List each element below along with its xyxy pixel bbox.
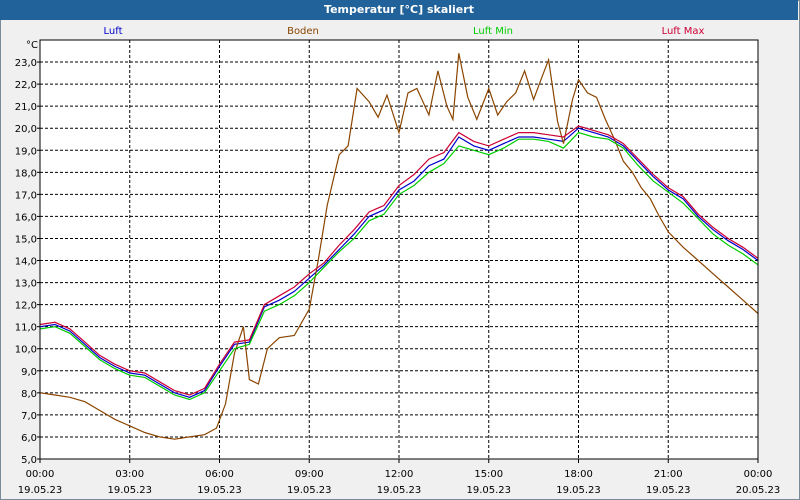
y-tick-label: 20,0: [15, 124, 37, 135]
x-tick-date-label: 19.05.23: [18, 485, 63, 496]
y-tick-label: 19,0: [15, 146, 37, 157]
y-tick-label: 18,0: [15, 168, 37, 179]
y-axis-unit-label: °C: [26, 40, 38, 51]
legend: Luft Boden Luft Min Luft Max: [104, 26, 705, 37]
y-tick-label: 21,0: [15, 102, 37, 113]
legend-item-luft: Luft: [104, 26, 123, 37]
x-tick-time-label: 12:00: [385, 469, 414, 480]
y-tick-label: 10,0: [15, 345, 37, 356]
y-tick-label: 14,0: [15, 257, 37, 268]
y-tick-label: 7,0: [21, 411, 37, 422]
x-tick-time-label: 18:00: [564, 469, 593, 480]
x-tick-date-label: 19.05.23: [287, 485, 332, 496]
legend-item-boden: Boden: [287, 26, 319, 37]
x-tick-time-label: 21:00: [654, 469, 683, 480]
x-tick-time-label: 00:00: [26, 469, 55, 480]
x-tick-time-label: 00:00: [744, 469, 773, 480]
x-axis-ticks: 00:00 19.05.23 03:00 19.05.23 06:00 19.05.23 0…: [18, 459, 781, 496]
temperature-chart: 5,0 6,0 7,0 8,0 9,0 10,0 11,0 12,0 13,0 14,0 15,0 1…: [15, 26, 781, 496]
x-tick-time-label: 09:00: [295, 469, 324, 480]
y-tick-label: 13,0: [15, 279, 37, 290]
x-tick-date-label: 19.05.23: [377, 485, 422, 496]
x-tick-date-label: 20.05.23: [736, 485, 781, 496]
y-tick-label: 12,0: [15, 301, 37, 312]
y-tick-label: 6,0: [21, 433, 37, 444]
y-tick-label: 16,0: [15, 212, 37, 223]
x-tick-date-label: 19.05.23: [107, 485, 152, 496]
y-tick-label: 23,0: [15, 58, 37, 69]
x-tick-date-label: 19.05.23: [466, 485, 511, 496]
y-axis-ticks: 5,0 6,0 7,0 8,0 9,0 10,0 11,0 12,0 13,0 14,0 15,0 1…: [15, 58, 40, 466]
y-tick-label: 17,0: [15, 190, 37, 201]
x-tick-time-label: 15:00: [474, 469, 503, 480]
y-tick-label: 11,0: [15, 323, 37, 334]
y-tick-label: 15,0: [15, 234, 37, 245]
legend-item-luft-max: Luft Max: [662, 26, 705, 37]
y-tick-label: 5,0: [21, 455, 37, 466]
x-tick-date-label: 19.05.23: [197, 485, 242, 496]
x-tick-date-label: 19.05.23: [646, 485, 691, 496]
y-tick-label: 9,0: [21, 367, 37, 378]
y-tick-label: 22,0: [15, 80, 37, 91]
x-tick-time-label: 06:00: [205, 469, 234, 480]
x-tick-time-label: 03:00: [115, 469, 144, 480]
y-tick-label: 8,0: [21, 389, 37, 400]
x-tick-date-label: 19.05.23: [556, 485, 601, 496]
legend-item-luft-min: Luft Min: [473, 26, 513, 37]
